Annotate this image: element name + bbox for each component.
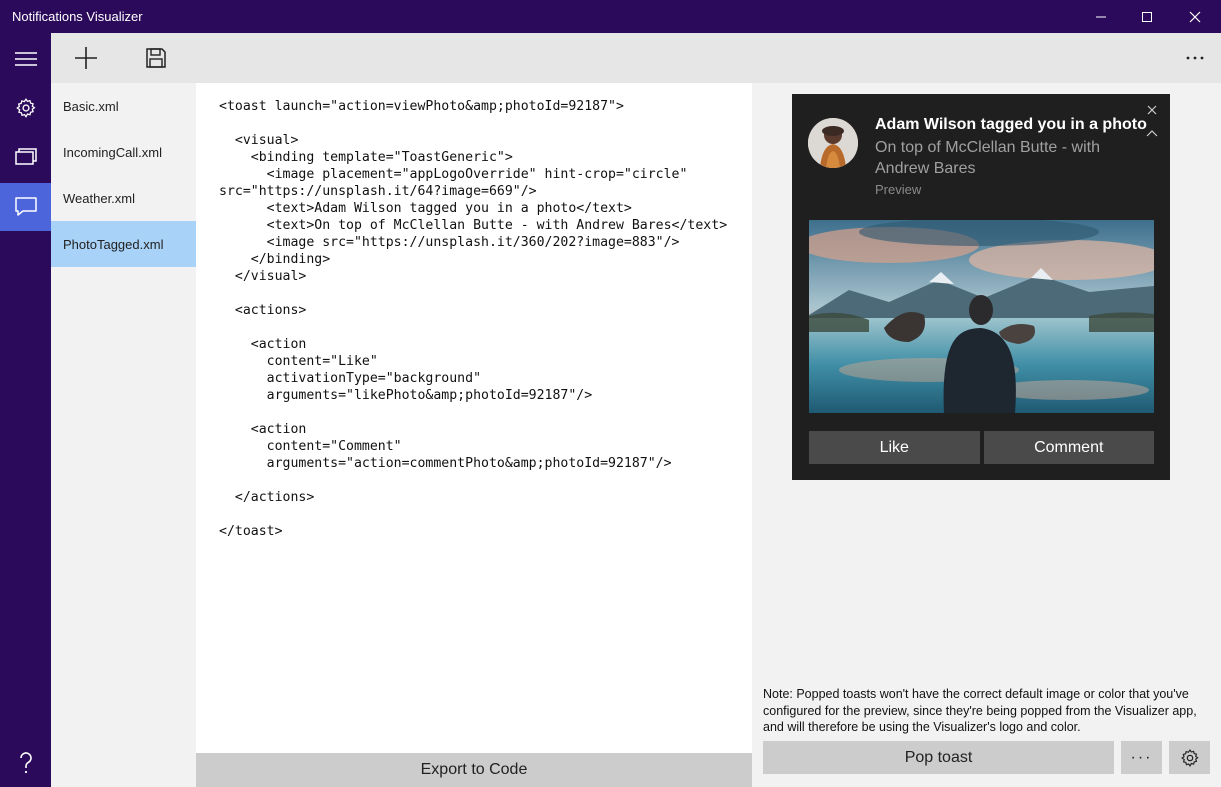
more-icon bbox=[1186, 56, 1204, 60]
file-item-basic[interactable]: Basic.xml bbox=[51, 83, 196, 129]
window-title: Notifications Visualizer bbox=[12, 9, 143, 24]
export-to-code-button[interactable]: Export to Code bbox=[196, 753, 752, 787]
add-button[interactable] bbox=[62, 33, 110, 83]
xml-content: <toast launch="action=viewPhoto&amp;phot… bbox=[219, 99, 728, 539]
preview-actions: Pop toast ··· bbox=[763, 741, 1210, 774]
close-button[interactable] bbox=[1172, 0, 1218, 33]
maximize-icon bbox=[1142, 11, 1152, 22]
toast-close-icon[interactable] bbox=[1146, 104, 1158, 116]
hero-image bbox=[809, 220, 1154, 413]
help-button[interactable] bbox=[0, 739, 51, 787]
more-button[interactable]: ··· bbox=[1121, 741, 1162, 774]
hamburger-button[interactable] bbox=[0, 35, 51, 83]
file-item-photo-tagged[interactable]: PhotoTagged.xml bbox=[51, 221, 196, 267]
minimize-icon bbox=[1096, 16, 1106, 17]
toast-action-like[interactable]: Like bbox=[809, 431, 980, 464]
avatar-image bbox=[808, 118, 858, 168]
avatar bbox=[808, 118, 858, 168]
toast-actions: Like Comment bbox=[809, 431, 1154, 464]
add-icon bbox=[75, 47, 97, 69]
toast-preview[interactable]: Adam Wilson tagged you in a photo On top… bbox=[792, 94, 1170, 480]
file-item-incoming-call[interactable]: IncomingCall.xml bbox=[51, 129, 196, 175]
minimize-button[interactable] bbox=[1078, 0, 1124, 33]
more-options-button[interactable] bbox=[1171, 33, 1219, 83]
xml-editor[interactable]: <toast launch="action=viewPhoto&amp;phot… bbox=[196, 83, 752, 753]
file-item-weather[interactable]: Weather.xml bbox=[51, 175, 196, 221]
preview-note: Note: Popped toasts won't have the corre… bbox=[763, 687, 1197, 734]
file-list: Basic.xml IncomingCall.xml Weather.xml P… bbox=[51, 83, 196, 787]
toast-attribution: Preview bbox=[875, 182, 922, 197]
left-nav bbox=[0, 33, 51, 787]
toast-collapse-icon[interactable] bbox=[1146, 128, 1158, 138]
hamburger-icon bbox=[14, 52, 37, 66]
save-icon bbox=[146, 48, 166, 68]
preview-settings-button[interactable] bbox=[1169, 741, 1210, 774]
gear-icon bbox=[1180, 748, 1199, 767]
message-icon bbox=[14, 197, 37, 216]
settings-icon bbox=[15, 98, 36, 118]
slides-icon bbox=[14, 148, 37, 165]
save-button[interactable] bbox=[132, 33, 180, 83]
toast-title: Adam Wilson tagged you in a photo bbox=[875, 116, 1147, 133]
help-icon bbox=[19, 752, 32, 774]
notifications-nav-button[interactable] bbox=[0, 183, 51, 231]
close-icon bbox=[1189, 11, 1201, 22]
pop-toast-button[interactable]: Pop toast bbox=[763, 741, 1114, 774]
hero-image-graphic bbox=[809, 220, 1154, 413]
toolbar bbox=[51, 33, 1221, 83]
maximize-button[interactable] bbox=[1124, 0, 1170, 33]
settings-nav-button[interactable] bbox=[0, 84, 51, 132]
preview-pane: Adam Wilson tagged you in a photo On top… bbox=[752, 83, 1221, 787]
title-bar: Notifications Visualizer bbox=[0, 0, 1221, 33]
toast-body: On top of McClellan Butte - with Andrew … bbox=[875, 139, 1100, 177]
slides-nav-button[interactable] bbox=[0, 133, 51, 181]
toast-action-comment[interactable]: Comment bbox=[983, 431, 1154, 464]
